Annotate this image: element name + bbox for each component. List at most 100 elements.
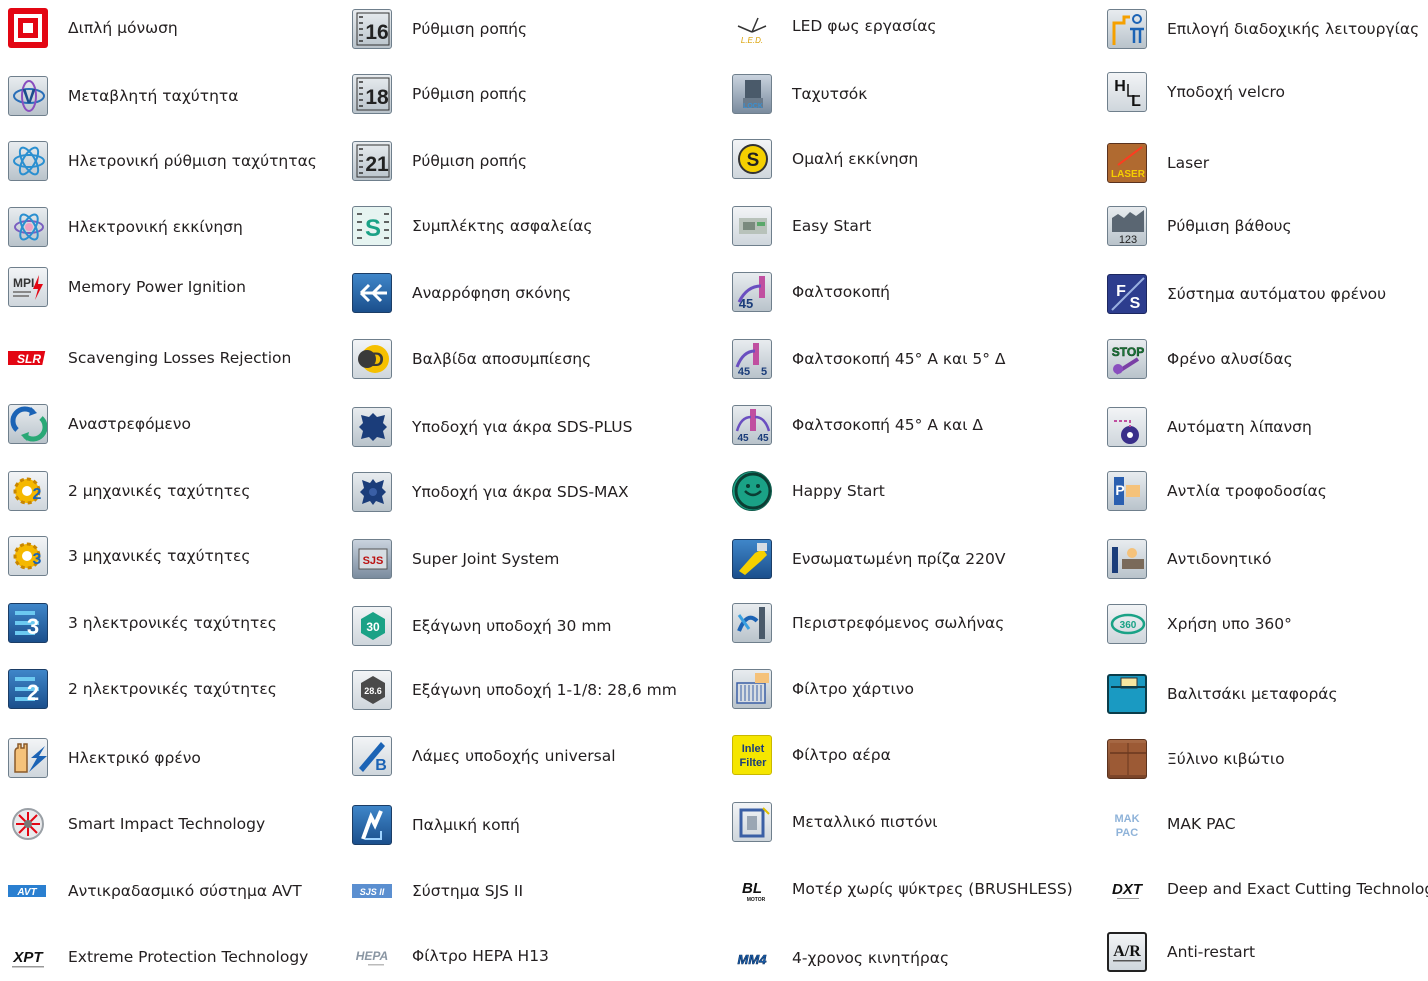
legend-label: Deep and Exact Cutting Technology xyxy=(1167,880,1428,898)
sjs-text: SJS xyxy=(363,555,384,567)
reversible-icon xyxy=(8,404,48,444)
hex286-text: 28.6 xyxy=(364,686,382,696)
bevel455b-text: 5 xyxy=(761,366,767,378)
legend-label: Happy Start xyxy=(792,482,885,500)
makpac2-text: PAC xyxy=(1116,827,1138,839)
legend-item-smart-impact: Smart Impact Technology xyxy=(8,801,265,847)
avt-icon: AVT xyxy=(8,871,48,911)
dust-extraction-icon xyxy=(352,273,392,313)
legend-label: MAK PAC xyxy=(1167,815,1236,833)
legend-item-hepa: HEPA Φίλτρο HEPA H13 xyxy=(352,933,549,979)
legend-label: Χρήση υπο 360° xyxy=(1167,615,1292,633)
smart-impact-icon xyxy=(8,804,48,844)
legend-item-sjs: SJS Super Joint System xyxy=(352,536,559,582)
legend-item-depth-adjust: 123 Ρύθμιση βάθους xyxy=(1107,203,1292,249)
legend-item-makpac: MAK PAC MAK PAC xyxy=(1107,801,1236,847)
paper-filter-icon xyxy=(732,669,772,709)
two-electronic-speeds-icon: 2 xyxy=(8,669,48,709)
depth-text: 123 xyxy=(1119,234,1137,246)
legend-item-torque-18: 18 Ρύθμιση ροπής xyxy=(352,71,527,117)
hepa-icon: HEPA xyxy=(352,936,392,976)
svg-text:3: 3 xyxy=(27,614,39,639)
legend-label: Φίλτρο χάρτινο xyxy=(792,680,914,698)
xpt-text: XPT xyxy=(12,949,44,966)
legend-label: Εξάγωνη υποδοχή 1-1/8: 28,6 mm xyxy=(412,681,677,699)
legend-label: Memory Power Ignition xyxy=(68,278,246,296)
pulse-cut-icon xyxy=(352,805,392,845)
legend-label: Ομαλή εκκίνηση xyxy=(792,150,919,168)
legend-label: Ρύθμιση βάθους xyxy=(1167,217,1292,235)
legend-item-feed-pump: P Αντλία τροφοδοσίας xyxy=(1107,468,1327,514)
legend-label: Αυτόματη λίπανση xyxy=(1167,418,1312,436)
hepa-text: HEPA xyxy=(356,949,388,963)
legend-label: Βαλβίδα αποσυμπίεσης xyxy=(412,350,592,368)
svg-text:F: F xyxy=(1116,283,1126,300)
torque-21-icon: 21 xyxy=(352,141,392,181)
legend-label: Συμπλέκτης ασφαλείας xyxy=(412,217,593,235)
legend-item-three-electronic-speeds: 3 3 ηλεκτρονικές ταχύτητες xyxy=(8,600,277,646)
bevel-45-45-icon: 45 45 xyxy=(732,405,772,445)
legend-label: Smart Impact Technology xyxy=(68,815,266,833)
legend-label: Επιλογή διαδοχικής λειτουργίας xyxy=(1167,20,1420,38)
mpi-icon: MPI xyxy=(8,267,48,307)
legend-item-led-light: L.E.D. LED φως εργασίας xyxy=(732,3,937,49)
anti-vibration-icon xyxy=(1107,539,1147,579)
svg-text:2: 2 xyxy=(33,486,42,503)
legend-item-torque-21: 21 Ρύθμιση ροπής xyxy=(352,138,527,184)
legend-label: Αντικραδασμικό σύστημα AVT xyxy=(68,882,302,900)
legend-item-laser: LASER Laser xyxy=(1107,140,1209,186)
legend-item-slr: SLR Scavenging Losses Rejection xyxy=(8,335,291,381)
legend-label: Ταχυτσόκ xyxy=(792,85,868,103)
legend-label: Easy Start xyxy=(792,217,872,235)
legend-label: 3 μηχανικές ταχύτητες xyxy=(68,547,251,565)
legend-item-sjs-ii: SJS II Σύστημα SJS II xyxy=(352,868,523,914)
legend-label: Anti-restart xyxy=(1167,943,1256,961)
legend-label: Αντλία τροφοδοσίας xyxy=(1167,482,1327,500)
torque-18-text: 18 xyxy=(365,86,389,109)
legend-item-happy-start: Happy Start xyxy=(732,468,885,514)
torque-21-text: 21 xyxy=(365,153,389,176)
torque-18-icon: 18 xyxy=(352,74,392,114)
legend-label: Αντιδονητικό xyxy=(1167,550,1272,568)
legend-item-wooden-case: Ξύλινο κιβώτιο xyxy=(1107,736,1285,782)
velcro-pad-icon: HL xyxy=(1107,72,1147,112)
decompression-valve-icon: D xyxy=(352,339,392,379)
legend-item-bevel-45-5: 45 5 Φαλτσοκοπή 45° Α και 5° Δ xyxy=(732,336,1006,382)
inlet-filter-icon: Inlet Filter xyxy=(732,735,772,775)
legend-label: 2 μηχανικές ταχύτητες xyxy=(68,482,251,500)
legend-label: Ρύθμιση ροπής xyxy=(412,152,528,170)
deg360-text: 360 xyxy=(1120,620,1137,631)
legend-label: Φίλτρο HEPA H13 xyxy=(412,947,549,965)
three-mechanical-speeds-icon: 3 xyxy=(8,536,48,576)
legend-label: Μοτέρ χωρίς ψύκτρες (BRUSHLESS) xyxy=(792,880,1073,898)
legend-item-universal-blade: B Λάμες υποδοχής universal xyxy=(352,733,616,779)
sjs-icon: SJS xyxy=(352,539,392,579)
lock-text: LOCK xyxy=(743,103,763,110)
legend-label: 3 ηλεκτρονικές ταχύτητες xyxy=(68,614,277,632)
legend-item-anti-vibration: Αντιδονητικό xyxy=(1107,536,1271,582)
ar-text: A/R xyxy=(1113,943,1141,960)
legend-item-inlet-filter: Inlet Filter Φίλτρο αέρα xyxy=(732,732,891,778)
legend-item-hex-28-6: 28.6 Εξάγωνη υποδοχή 1-1/8: 28,6 mm xyxy=(352,667,677,713)
anti-restart-icon: A/R xyxy=(1107,932,1147,972)
legend-label: Εξάγωνη υποδοχή 30 mm xyxy=(412,617,612,635)
makpac-icon: MAK PAC xyxy=(1107,804,1147,844)
happy-start-icon xyxy=(732,471,772,511)
bevel-45-5-icon: 45 5 xyxy=(732,339,772,379)
socket-220v-icon xyxy=(732,539,772,579)
led-light-icon: L.E.D. xyxy=(732,6,772,46)
legend-label: Υποδοχή velcro xyxy=(1167,83,1286,101)
metal-piston-icon xyxy=(732,802,772,842)
legend-item-electronic-speed-control: Ηλετρονική ρύθμιση ταχύτητας xyxy=(8,138,317,184)
three-electronic-speeds-icon: 3 xyxy=(8,603,48,643)
legend-item-sequential-mode: Επιλογή διαδοχικής λειτουργίας xyxy=(1107,6,1419,52)
legend-item-soft-start: S Ομαλή εκκίνηση xyxy=(732,136,918,182)
legend-item-dxt: DXT Deep and Exact Cutting Technology xyxy=(1107,866,1428,912)
blade-text: B xyxy=(375,757,387,774)
legend-item-velcro-pad: HL Υποδοχή velcro xyxy=(1107,69,1285,115)
mpi-text: MPI xyxy=(13,276,34,290)
dxt-icon: DXT xyxy=(1107,869,1147,909)
legend-item-carry-case: Βαλιτσάκι μεταφοράς xyxy=(1107,671,1338,717)
legend-item-paper-filter: Φίλτρο χάρτινο xyxy=(732,666,914,712)
easy-start-icon xyxy=(732,206,772,246)
